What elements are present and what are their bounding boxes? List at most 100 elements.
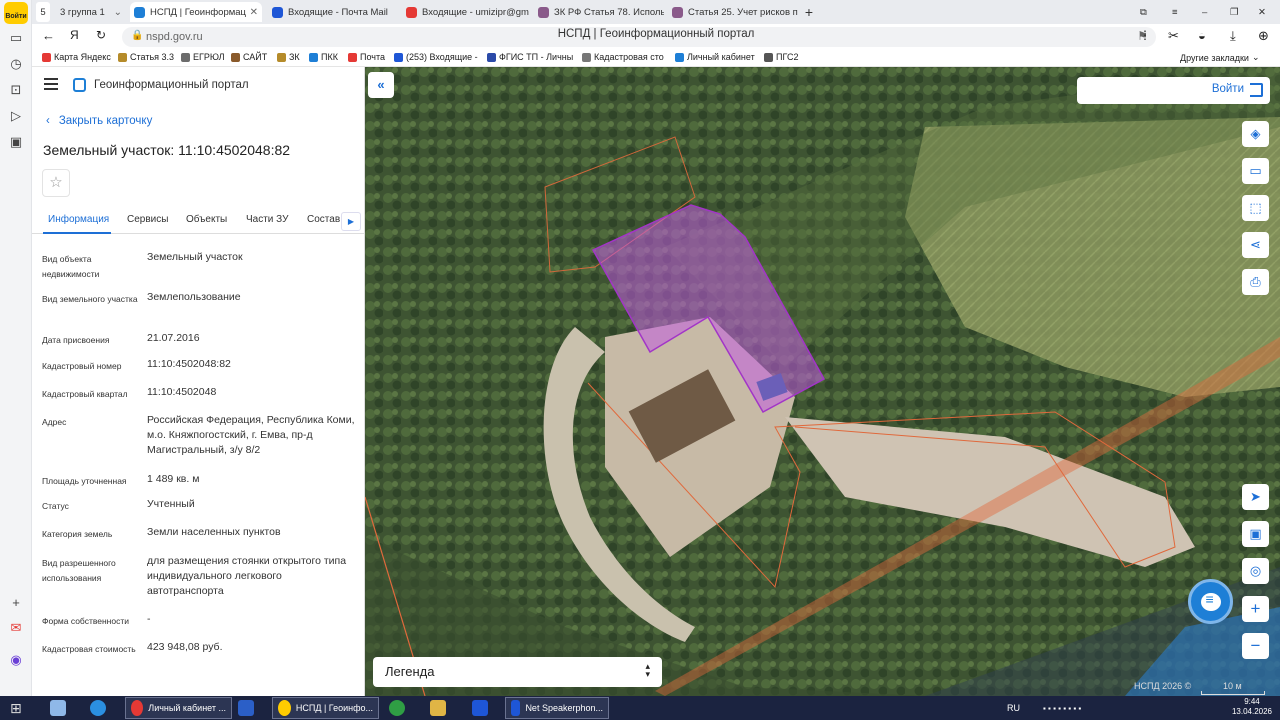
other-bookmarks[interactable]: Другие закладки ⌄ — [1180, 52, 1260, 63]
os-taskbar: ⊞ Личный кабинет ... НСПД | Геоинфо... N… — [0, 696, 1280, 720]
bookmark-icon — [42, 52, 51, 62]
menu-icon[interactable]: ≡ — [1172, 2, 1186, 22]
minimize-icon[interactable]: – — [1202, 2, 1216, 22]
tray-icons[interactable]: ▪ ▪ ▪ ▪ ▪ ▪ ▪ ▪ — [1043, 697, 1081, 719]
bookmark-item[interactable]: Карта Яндекс — [42, 52, 111, 62]
downloads-icon[interactable]: ⤓ — [1230, 28, 1236, 44]
tools-icon[interactable]: ✂ — [1168, 28, 1179, 44]
lang-indicator[interactable]: RU — [1007, 697, 1020, 719]
files-icon[interactable] — [50, 697, 71, 719]
url-input[interactable]: 🔒 nspd.gov.ru ⚑ — [122, 27, 1156, 47]
extension-icon[interactable]: ◒ — [1198, 28, 1206, 43]
media-icon[interactable]: ▷ — [6, 106, 26, 126]
bookmark-item[interactable]: ЗК — [277, 52, 300, 62]
screenshot-icon[interactable]: ▣ — [6, 132, 26, 152]
bookmark-label: Личный кабинет — [687, 52, 755, 62]
new-tab-button[interactable]: + — [800, 2, 818, 22]
clock[interactable]: 9:44 13.04.2026 — [1232, 697, 1272, 717]
yandex-icon[interactable]: Я — [70, 28, 79, 42]
tab-objects[interactable]: Объекты — [186, 214, 227, 225]
yandex-logo[interactable]: Войти — [4, 2, 28, 24]
close-window-icon[interactable]: ✕ — [1258, 2, 1272, 22]
chevron-right-icon[interactable]: ▶ — [341, 212, 361, 231]
bookmark-item[interactable]: ПГС2 — [764, 52, 798, 62]
info-key: Статус — [42, 501, 69, 511]
tab-parts[interactable]: Части ЗУ — [246, 214, 288, 225]
close-card-link[interactable]: ‹ Закрыть карточку — [46, 115, 152, 127]
collections-icon[interactable]: ▭ — [6, 28, 26, 48]
info-key: Форма собственности — [42, 616, 129, 626]
print-icon[interactable]: ⎙ — [1242, 269, 1269, 295]
chevron-left-icon: ‹ — [46, 115, 50, 127]
info-key: Площадь уточненная — [42, 476, 127, 486]
bookmark-item[interactable]: Статья 3.3 — [118, 52, 174, 62]
tab-composition[interactable]: Состав — [307, 214, 340, 225]
bookmark-item[interactable]: Почта — [348, 52, 385, 62]
word-icon[interactable] — [238, 697, 259, 719]
info-key: Кадастровый номер — [42, 361, 122, 371]
maximize-icon[interactable]: ❐ — [1230, 2, 1244, 22]
tab-group[interactable]: 3 группа 1 ⌄ — [56, 2, 126, 22]
taskbar-item[interactable]: Net Speakerphon... — [505, 697, 609, 719]
mail-icon[interactable]: ✉ — [6, 618, 26, 638]
zoom-in-button[interactable]: + — [1242, 596, 1269, 622]
mail-favicon — [272, 6, 283, 18]
url-text: nspd.gov.ru — [146, 31, 203, 43]
reload-icon[interactable]: ↻ — [96, 28, 106, 42]
chat-button[interactable] — [1188, 579, 1233, 624]
bookmark-item[interactable]: (253) Входящие - — [394, 52, 478, 62]
bookmark-icon — [487, 52, 496, 62]
bookmark-item[interactable]: ПКК — [309, 52, 338, 62]
more-icon[interactable]: ⋮ — [1139, 28, 1151, 42]
layers-icon[interactable]: ◈ — [1242, 121, 1269, 147]
history-icon[interactable]: ◷ — [6, 54, 26, 74]
login-button[interactable]: Войти — [1077, 77, 1270, 104]
account-icon[interactable]: ⊕ — [1258, 28, 1269, 44]
collapse-panel-button[interactable]: « — [368, 72, 394, 98]
locate-icon[interactable]: ➤ — [1242, 484, 1269, 510]
info-value: - — [147, 613, 151, 625]
minimap-icon[interactable]: ▣ — [1242, 521, 1269, 547]
alice-icon[interactable]: ◉ — [6, 650, 26, 670]
app-icon[interactable] — [472, 697, 493, 719]
taskbar-item[interactable]: Личный кабинет ... — [125, 697, 232, 719]
legend-select[interactable]: Легенда ▴ ▾ — [373, 657, 662, 687]
tab-nspd[interactable]: НСПД | Геоинформац ✕ — [130, 2, 262, 22]
ie-icon[interactable] — [90, 697, 111, 719]
bookmark-item[interactable]: САЙТ — [231, 52, 267, 62]
chrome-app-icon — [389, 700, 405, 716]
favorite-star-button[interactable]: ☆ — [42, 169, 70, 197]
satellite-map[interactable]: « Войти ◈ ▭ ⬚ ⋖ ⎙ ➤ ▣ ◎ + − Легенда ▴▾ НС… — [365, 67, 1280, 696]
taskbar-item[interactable]: НСПД | Геоинфо... — [272, 697, 379, 719]
tab-article[interactable]: Статья 25. Учет рисков пр — [668, 2, 798, 22]
menu-icon[interactable] — [44, 78, 58, 90]
zoom-out-button[interactable]: − — [1242, 633, 1269, 659]
close-icon[interactable]: ✕ — [250, 7, 258, 18]
bookmark-item[interactable]: Личный кабинет — [675, 52, 755, 62]
ruler-icon[interactable]: ▭ — [1242, 158, 1269, 184]
tab-info[interactable]: Информация — [48, 214, 109, 225]
folder-icon[interactable] — [430, 697, 451, 719]
tab-counter[interactable]: 5 — [36, 2, 50, 22]
tab-mail[interactable]: Входящие - Почта Mail — [268, 2, 398, 22]
share-icon[interactable]: ⋖ — [1242, 232, 1269, 258]
tab-zk[interactable]: ЗК РФ Статья 78. Исполь — [534, 2, 664, 22]
bookmark-item[interactable]: ЕГРЮЛ — [181, 52, 224, 62]
bookmark-item[interactable]: ФГИС ТП - Личны — [487, 52, 573, 62]
taskbar-label: НСПД | Геоинфо... — [295, 703, 373, 713]
chrome-icon[interactable] — [389, 697, 410, 719]
tab-gmail[interactable]: Входящие - umizipr@gm — [402, 2, 530, 22]
bookmark-item[interactable]: Кадастровая сто — [582, 52, 664, 62]
add-panel-icon[interactable]: + — [6, 592, 26, 612]
info-value: Земельный участок — [147, 251, 243, 263]
extension-icon[interactable]: ⊡ — [6, 80, 26, 100]
back-icon[interactable]: ← — [42, 28, 55, 43]
folder-app-icon — [430, 700, 446, 716]
object-card-panel: Геоинформационный портал ‹ Закрыть карточ… — [32, 67, 365, 696]
select-area-icon[interactable]: ⬚ — [1242, 195, 1269, 221]
tab-services[interactable]: Сервисы — [127, 214, 168, 225]
start-icon[interactable]: ⊞ — [10, 697, 22, 719]
chevron-down-icon: ⌄ — [113, 6, 122, 18]
bookmark-panel-icon[interactable]: ⧉ — [1140, 2, 1154, 22]
geo-icon[interactable]: ◎ — [1242, 558, 1269, 584]
